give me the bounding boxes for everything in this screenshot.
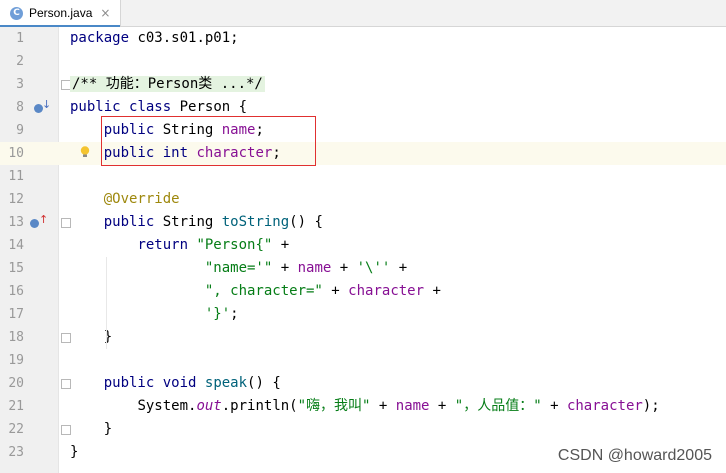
code-line: 22 } (0, 418, 726, 441)
code-text: "name='" + name + '\'' + (204, 260, 408, 276)
line-number: 12 (8, 192, 24, 207)
arrow-up-icon: ↑ (39, 213, 49, 226)
line-number: 18 (8, 330, 24, 345)
line-number: 20 (8, 376, 24, 391)
code-text: } (70, 444, 79, 460)
line-number: 11 (8, 169, 24, 184)
line-number: 14 (8, 238, 24, 253)
code-line: 14 return "Person{" + (0, 234, 726, 257)
code-line: 18 } (0, 326, 726, 349)
code-text: package c03.s01.p01; (70, 30, 239, 46)
line-number: 8 (16, 100, 24, 115)
code-text: return "Person{" + (137, 237, 290, 253)
code-text: ", character=" + character + (204, 283, 441, 299)
tab-label: Person.java (29, 6, 93, 20)
line-number: 13 (8, 215, 24, 230)
tab-person-java[interactable]: C Person.java × (0, 0, 121, 27)
line-number: 15 (8, 261, 24, 276)
code-line: 15 "name='" + name + '\'' + (0, 257, 726, 280)
code-text: '}'; (204, 306, 239, 322)
code-line: 20 public void speak() { (0, 372, 726, 395)
code-text: public String toString() { (103, 214, 323, 230)
editor-tab-bar: C Person.java × (0, 0, 726, 27)
java-class-icon: C (10, 6, 23, 20)
close-icon[interactable]: × (100, 6, 110, 20)
code-text: } (103, 421, 113, 437)
code-line: 17 '}'; (0, 303, 726, 326)
line-number: 9 (16, 123, 24, 138)
highlight-box (101, 116, 316, 166)
indent-guide (106, 257, 107, 349)
code-text: public void speak() { (103, 375, 281, 391)
code-line: 1 package c03.s01.p01; (0, 27, 726, 50)
watermark: CSDN @howard2005 (557, 447, 712, 464)
line-number: 2 (16, 54, 24, 69)
line-number: 21 (8, 399, 24, 414)
code-line: 12 @Override (0, 188, 726, 211)
line-number: 3 (16, 77, 24, 92)
code-text: @Override (103, 191, 180, 207)
code-line: 13 ↑ public String toString() { (0, 211, 726, 234)
code-line: 3 /** 功能：Person类 ...*/ (0, 73, 726, 96)
line-number: 10 (8, 146, 24, 161)
code-text: /** 功能：Person类 ...*/ (70, 73, 265, 96)
code-text: System.out.println("嗨，我叫" + name + "，人品值… (137, 398, 660, 414)
code-line: 19 (0, 349, 726, 372)
code-line: 21 System.out.println("嗨，我叫" + name + "，… (0, 395, 726, 418)
override-marker-icon[interactable] (30, 219, 39, 228)
code-line: 11 (0, 165, 726, 188)
line-number: 23 (8, 445, 24, 460)
line-number: 22 (8, 422, 24, 437)
line-number: 16 (8, 284, 24, 299)
code-line: 2 (0, 50, 726, 73)
line-number: 17 (8, 307, 24, 322)
code-line: 16 ", character=" + character + (0, 280, 726, 303)
line-number: 1 (16, 31, 24, 46)
line-number: 19 (8, 353, 24, 368)
folded-comment[interactable]: /** 功能：Person类 ...*/ (70, 76, 265, 92)
arrow-down-icon: ↓ (42, 98, 52, 111)
